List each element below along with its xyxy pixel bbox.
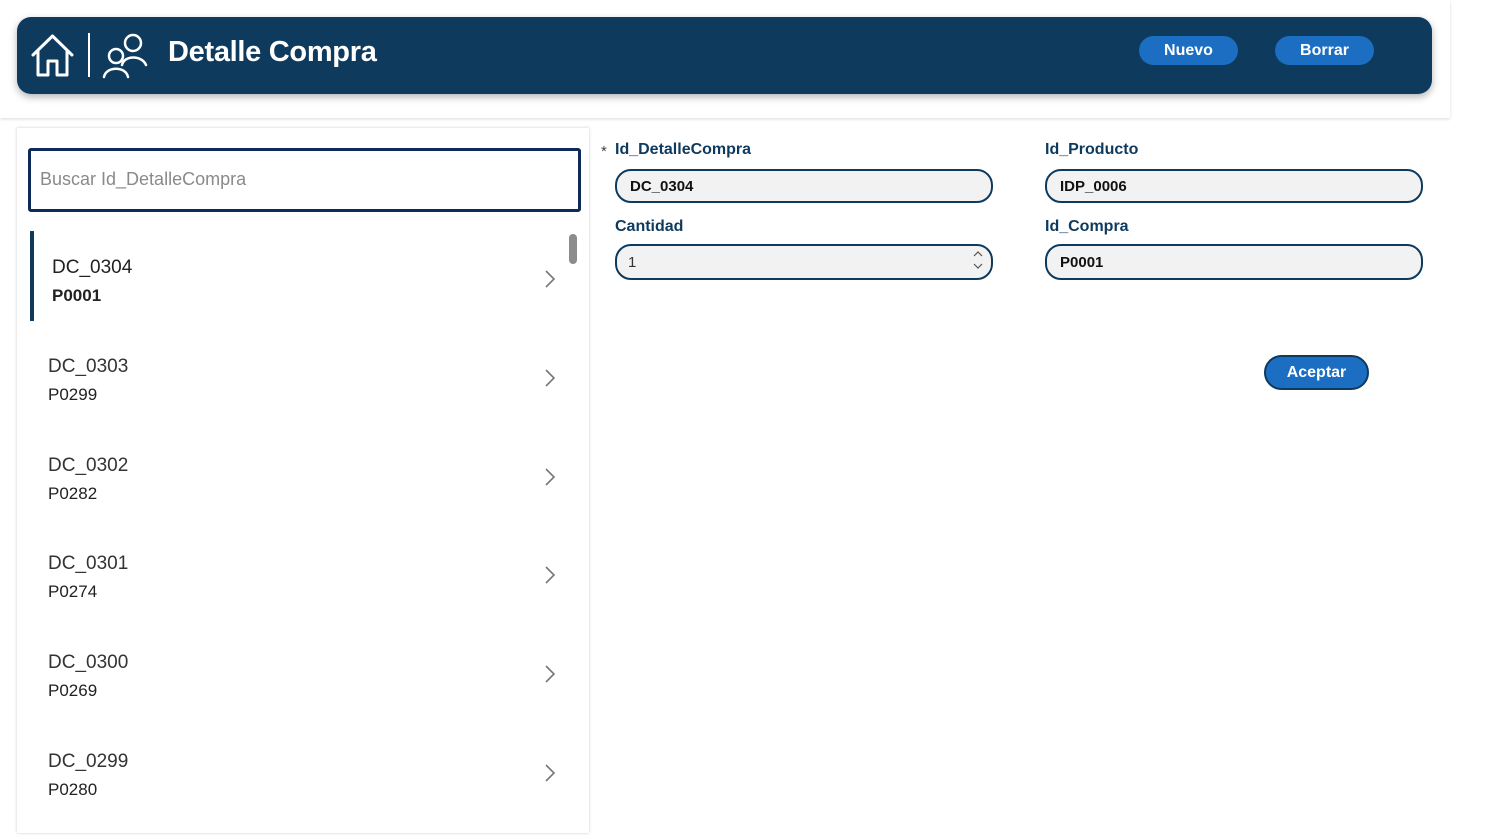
id-compra-field[interactable]: P0001: [1045, 244, 1423, 280]
search-field[interactable]: [28, 148, 581, 212]
borrar-button[interactable]: Borrar: [1275, 36, 1374, 65]
aceptar-button[interactable]: Aceptar: [1264, 355, 1369, 390]
list-item[interactable]: DC_0300 P0269: [30, 626, 560, 716]
list-item[interactable]: DC_0301 P0274: [30, 527, 560, 617]
list-item-subtitle: P0269: [48, 681, 98, 700]
home-icon[interactable]: [30, 33, 75, 78]
list-item-subtitle: P0274: [48, 582, 98, 601]
id-detalle-label: Id_DetalleCompra: [615, 141, 752, 158]
required-marker: *: [601, 143, 607, 160]
id-producto-value: IDP_0006: [1060, 177, 1127, 195]
id-producto-label: Id_Producto: [1045, 141, 1139, 158]
chevron-right-icon[interactable]: [544, 664, 556, 684]
id-producto-field[interactable]: IDP_0006: [1045, 169, 1423, 203]
list-item-title: DC_0301: [48, 553, 129, 574]
list-item-selected[interactable]: DC_0304 P0001: [30, 231, 564, 321]
list-item-subtitle: P0001: [52, 286, 102, 305]
chevron-right-icon[interactable]: [544, 368, 556, 388]
people-icon[interactable]: [100, 31, 150, 79]
chevron-right-icon[interactable]: [544, 565, 556, 585]
id-detalle-value: DC_0304: [630, 177, 694, 195]
page-title: Detalle Compra: [168, 36, 377, 68]
list-item-subtitle: P0282: [48, 484, 98, 503]
stepper-arrows-icon[interactable]: [973, 249, 983, 271]
list-item-subtitle: P0280: [48, 780, 98, 799]
id-compra-value: P0001: [1060, 253, 1104, 271]
cantidad-value: 1: [628, 253, 637, 271]
nuevo-button[interactable]: Nuevo: [1139, 36, 1238, 65]
chevron-right-icon[interactable]: [544, 763, 556, 783]
list-item-title: DC_0302: [48, 455, 129, 476]
id-detalle-field[interactable]: DC_0304: [615, 169, 993, 203]
chevron-right-icon[interactable]: [544, 269, 556, 289]
record-list-panel: DC_0304 P0001 DC_0303 P0299 DC_0302 P028…: [17, 128, 589, 833]
list-item-title: DC_0299: [48, 751, 129, 772]
list-item-title: DC_0303: [48, 356, 129, 377]
cantidad-label: Cantidad: [615, 218, 684, 235]
header-divider: [88, 33, 90, 77]
list-item-subtitle: P0299: [48, 385, 98, 404]
list-item-title: DC_0304: [52, 257, 133, 278]
list-item-title: DC_0300: [48, 652, 129, 673]
chevron-right-icon[interactable]: [544, 467, 556, 487]
search-input[interactable]: [31, 151, 560, 207]
id-compra-label: Id_Compra: [1045, 218, 1129, 235]
list-item[interactable]: DC_0302 P0282: [30, 429, 560, 519]
cantidad-stepper[interactable]: 1: [615, 244, 993, 280]
scrollbar-thumb[interactable]: [569, 234, 577, 264]
list-item[interactable]: DC_0299 P0280: [30, 725, 560, 815]
list-item[interactable]: DC_0303 P0299: [30, 330, 560, 420]
